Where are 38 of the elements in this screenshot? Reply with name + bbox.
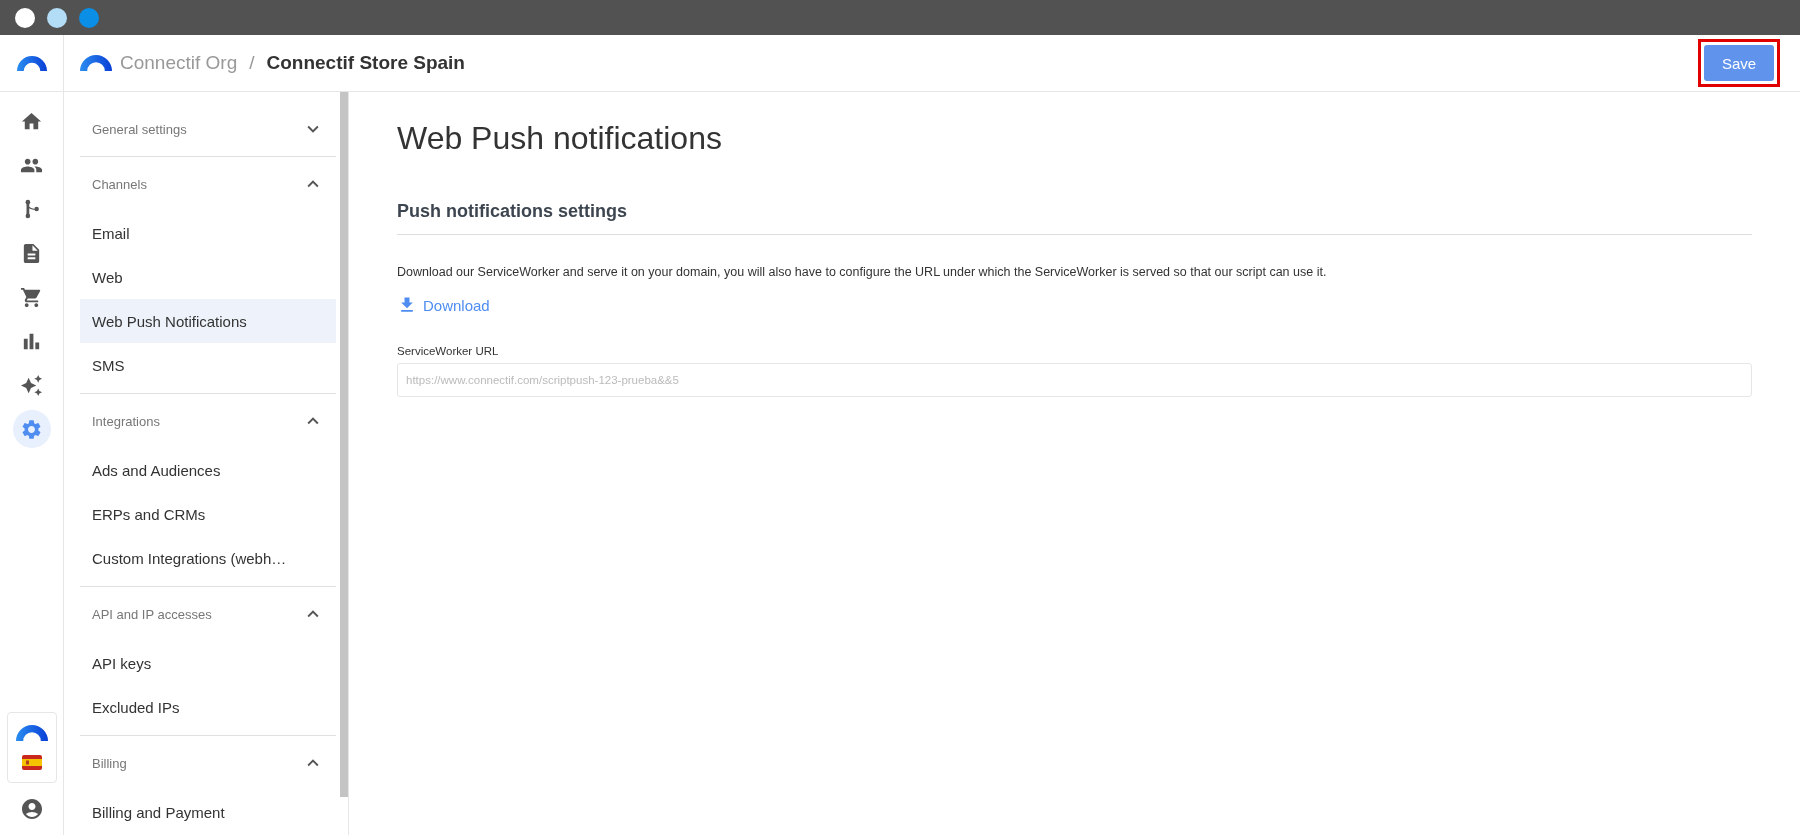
- sidebar-item[interactable]: ERPs and CRMs: [80, 492, 336, 536]
- field-label: ServiceWorker URL: [397, 345, 500, 357]
- logo-icon: [80, 55, 112, 71]
- window-control[interactable]: [15, 7, 35, 28]
- sidebar-item[interactable]: Excluded IPs: [80, 685, 336, 729]
- cart-icon: [20, 285, 43, 309]
- section-header[interactable]: Billing: [80, 736, 336, 790]
- description-text: Download our ServiceWorker and serve it on your domain, you will also have to configure the URL under which the ServiceWorker is served so that our script can use it.: [397, 265, 1328, 279]
- account-icon[interactable]: [19, 797, 44, 821]
- settings-icon: [20, 417, 43, 441]
- sidebar-item[interactable]: Billing and Payment: [80, 790, 336, 834]
- sparkle-icon: [20, 373, 43, 397]
- spain-flag-icon[interactable]: [21, 755, 42, 770]
- section-header[interactable]: General settings: [80, 102, 336, 156]
- sidebar-item[interactable]: Web: [80, 255, 336, 299]
- section-title: Billing: [92, 755, 127, 771]
- sidebar-item[interactable]: Web Push Notifications: [80, 299, 336, 343]
- sidebar-item[interactable]: SMS: [80, 343, 336, 387]
- section-title: Integrations: [92, 413, 160, 429]
- section-title: Channels: [92, 176, 147, 192]
- nav-button[interactable]: [12, 410, 51, 448]
- logo-icon: [16, 55, 47, 71]
- scrollbar-thumb[interactable]: [340, 92, 348, 797]
- page-title: Web Push notifications: [397, 120, 723, 157]
- sidebar-item[interactable]: Email: [80, 211, 336, 255]
- sidebar-item[interactable]: Custom Integrations (webh…: [80, 536, 336, 580]
- section-header[interactable]: Integrations: [80, 394, 336, 448]
- sidebar-item[interactable]: Ads and Audiences: [80, 448, 336, 492]
- section-heading: Push notifications settings: [397, 201, 1752, 235]
- sidebar-item[interactable]: API keys: [80, 641, 336, 685]
- logo-icon: [15, 725, 48, 741]
- section-header[interactable]: Channels: [80, 157, 336, 211]
- store-name: Connectif Store Spain: [266, 52, 465, 74]
- section-header[interactable]: API and IP accesses: [80, 587, 336, 641]
- section-title: API and IP accesses: [92, 606, 212, 622]
- window-control[interactable]: [47, 7, 67, 28]
- breadcrumb-separator: /: [249, 52, 255, 74]
- section-title: General settings: [92, 121, 187, 137]
